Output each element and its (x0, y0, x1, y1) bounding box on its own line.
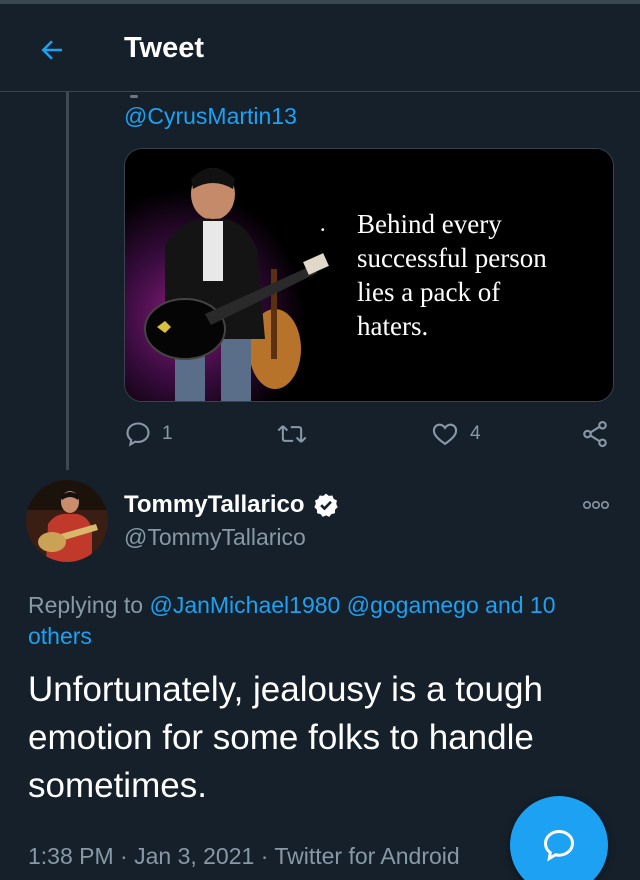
compose-reply-icon (543, 829, 575, 862)
top-app-bar: Tweet (0, 4, 640, 92)
verified-badge-icon (313, 492, 339, 518)
more-dots-icon (582, 500, 609, 510)
tweet-detail-screen: Tweet @CyrusMartin13 • Behind every succ… (0, 0, 640, 880)
page-title: Tweet (124, 32, 205, 64)
more-options-button[interactable] (576, 494, 616, 516)
share-icon (583, 420, 607, 448)
avatar-photo (26, 480, 108, 562)
truncated-name-fragment (130, 95, 138, 98)
mention-link[interactable]: @gogamego (347, 592, 479, 618)
svg-text:•: • (321, 225, 325, 236)
back-button[interactable] (32, 30, 72, 70)
tweet-body-text: Unfortunately, jealousy is a tough emoti… (28, 670, 543, 805)
reply-button[interactable]: 1 (124, 412, 173, 456)
parent-tweet-handle[interactable]: @CyrusMartin13 (124, 101, 297, 131)
meta-separator: · (254, 843, 275, 869)
tweet-timestamp[interactable]: 1:38 PM · Jan 3, 2021 (28, 843, 254, 869)
share-button[interactable] (580, 412, 610, 456)
image-quote-text: Behind every successful person lies a pa… (357, 207, 597, 343)
quote-line: Behind every (357, 209, 502, 239)
reply-count: 1 (162, 423, 173, 444)
reply-icon (126, 422, 150, 447)
like-button[interactable]: 4 (430, 412, 481, 456)
quote-line: lies a pack of (357, 277, 501, 307)
retweet-button[interactable] (276, 412, 318, 456)
tweet-metadata: 1:38 PM · Jan 3, 2021 · Twitter for Andr… (28, 840, 460, 872)
author-username[interactable]: @TommyTallarico (124, 522, 306, 552)
avatar[interactable] (26, 480, 108, 562)
retweet-icon (277, 425, 307, 443)
replying-to-line: Replying to @JanMichael1980 @gogamego an… (28, 590, 618, 652)
arrow-left-icon (41, 40, 62, 60)
author-display-name[interactable]: TommyTallarico (124, 490, 339, 520)
quote-line: successful person (357, 243, 547, 273)
mention-link[interactable]: @JanMichael1980 (149, 592, 340, 618)
tweet-source[interactable]: Twitter for Android (274, 843, 459, 869)
display-name-text: TommyTallarico (124, 491, 305, 518)
quote-line: haters. (357, 311, 429, 341)
like-count: 4 (470, 423, 481, 444)
like-icon (432, 423, 458, 446)
replying-prefix: Replying to (28, 592, 150, 618)
tweet-media-image[interactable]: • Behind every successful person lies a … (124, 148, 614, 402)
tweet-action-bar: 1 4 (124, 412, 614, 456)
thread-connector-line (66, 92, 69, 470)
